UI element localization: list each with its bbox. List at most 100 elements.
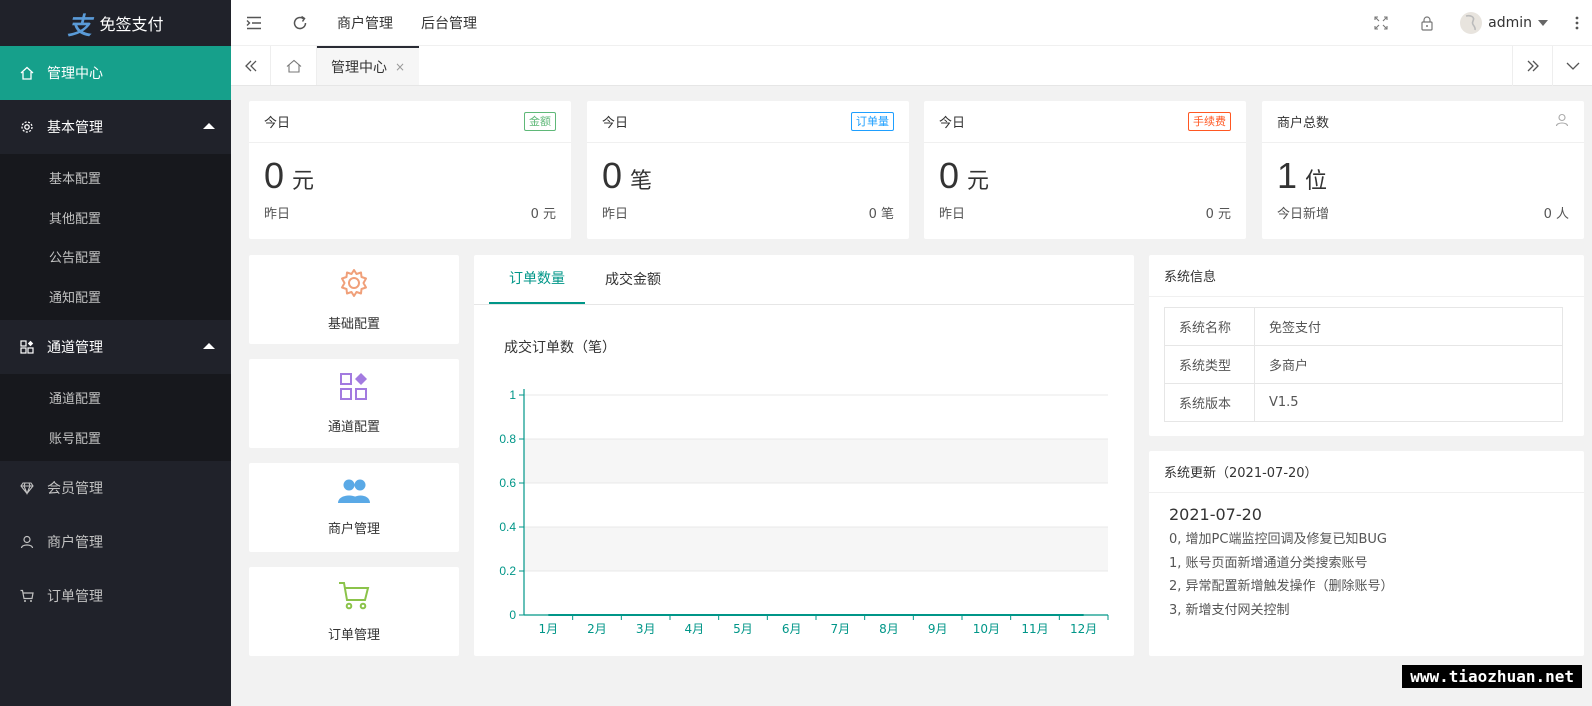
nav-link-backend[interactable]: 后台管理 <box>407 13 491 33</box>
quick-link-basic-config[interactable]: 基础配置 <box>249 255 459 344</box>
chart-y-tick-label: 0.4 <box>499 520 516 534</box>
stat-title: 今日 <box>264 116 291 131</box>
avatar <box>1460 12 1483 34</box>
chart-x-tick-label: 6月 <box>782 622 802 636</box>
quick-link-order[interactable]: 订单管理 <box>249 567 459 656</box>
status-badge: 手续费 <box>1188 112 1231 131</box>
tabs-right <box>1512 46 1592 86</box>
stat-unit: 元 <box>967 169 990 194</box>
more-vertical-icon[interactable] <box>1562 0 1592 46</box>
tab-order-amount[interactable]: 成交金额 <box>585 254 681 304</box>
user-menu[interactable]: admin <box>1450 12 1562 34</box>
menu-toggle-icon[interactable] <box>231 0 277 46</box>
stat-title: 今日 <box>602 116 629 131</box>
fullscreen-icon[interactable] <box>1358 0 1404 46</box>
quick-link-merchant[interactable]: 商户管理 <box>249 463 459 552</box>
status-badge: 金额 <box>524 112 556 131</box>
chevron-down-icon <box>1538 20 1548 26</box>
sidebar-item-label: 通道管理 <box>47 340 103 356</box>
sidebar-item-label: 管理中心 <box>47 66 103 82</box>
quick-link-label: 商户管理 <box>327 522 380 537</box>
chart-y-tick-label: 1 <box>509 388 516 402</box>
home-tab-icon[interactable] <box>271 46 317 85</box>
stat-unit: 元 <box>292 169 315 194</box>
stat-card-merchants: 商户总数 1 位 今日新增 0 人 <box>1262 101 1584 239</box>
chart-y-tick-label: 0.6 <box>499 476 516 490</box>
stat-card-amount: 今日 金额 0 元 昨日 0 元 <box>249 101 571 239</box>
top-header: 商户管理 后台管理 admin <box>231 0 1592 46</box>
stat-unit: 位 <box>1305 169 1328 194</box>
quick-link-channel-config[interactable]: 通道配置 <box>249 359 459 448</box>
chart-x-tick-label: 10月 <box>973 622 1000 636</box>
quick-link-label: 通道配置 <box>327 420 380 435</box>
system-update-panel: 系统更新（2021-07-20） 2021-07-20 0, 增加PC端监控回调… <box>1149 451 1584 656</box>
stat-card-fee: 今日 手续费 0 元 昨日 0 元 <box>924 101 1246 239</box>
stat-value: 0 <box>264 155 285 196</box>
tabs-menu-chevron-down-icon[interactable] <box>1552 46 1592 86</box>
user-icon <box>1555 113 1569 131</box>
logo-icon: 支 <box>67 10 92 40</box>
chart-x-tick-label: 7月 <box>831 622 851 636</box>
caret-up-icon <box>203 343 215 349</box>
app-logo[interactable]: 支 免签支付 <box>0 0 231 46</box>
sidebar-item-dashboard[interactable]: 管理中心 <box>0 46 231 100</box>
sidebar-item-label: 商户管理 <box>47 535 103 551</box>
sidebar: 支 免签支付 管理中心 基本管理 基本配置 其他配置 公告配置 通知配置 通道管… <box>0 0 231 706</box>
quick-link-label: 订单管理 <box>327 628 380 643</box>
sidebar-subitem[interactable]: 基本配置 <box>0 158 231 198</box>
info-key: 系统类型 <box>1164 345 1255 384</box>
apps-icon <box>339 372 369 406</box>
chart-x-tick-label: 3月 <box>636 622 656 636</box>
table-row: 系统名称 免签支付 <box>1164 307 1563 346</box>
sidebar-item-order[interactable]: 订单管理 <box>0 569 231 623</box>
chart-x-tick-label: 12月 <box>1070 622 1097 636</box>
chart-band <box>524 527 1108 571</box>
sidebar-item-merchant[interactable]: 商户管理 <box>0 515 231 569</box>
refresh-icon[interactable] <box>277 0 323 46</box>
sidebar-item-basic[interactable]: 基本管理 <box>0 100 231 154</box>
stat-foot-label: 今日新增 <box>1277 207 1330 222</box>
username: admin <box>1488 15 1532 31</box>
chart-x-tick-label: 11月 <box>1021 622 1048 636</box>
nav-link-merchant[interactable]: 商户管理 <box>323 13 407 33</box>
user-icon <box>19 534 35 550</box>
sidebar-item-label: 会员管理 <box>47 481 103 497</box>
tab-dashboard[interactable]: 管理中心 × <box>317 46 420 85</box>
sidebar-item-channel[interactable]: 通道管理 <box>0 320 231 374</box>
list-item: 1, 账号页面新增通道分类搜索账号 <box>1169 555 1368 571</box>
list-item: 2, 异常配置新增触发操作（删除账号） <box>1169 579 1394 594</box>
stat-title: 今日 <box>939 116 966 131</box>
cart-icon <box>338 580 370 614</box>
chart-title: 成交订单数（笔） <box>504 340 616 356</box>
close-icon[interactable]: × <box>395 60 405 74</box>
info-key: 系统版本 <box>1164 383 1255 422</box>
stat-value: 1 <box>1277 155 1298 196</box>
stat-foot-label: 昨日 <box>264 207 291 222</box>
diamond-icon <box>19 480 35 496</box>
sidebar-subitem[interactable]: 账号配置 <box>0 418 231 458</box>
chart-panel: 订单数量 成交金额 成交订单数（笔） 0 0.2 0.4 0.6 0.8 1 1月 2月 3月 4… <box>474 255 1134 656</box>
chart-y-tick-label: 0.8 <box>499 432 516 446</box>
apps-icon <box>19 339 35 355</box>
chart-x-tick-label: 2月 <box>587 622 607 636</box>
sidebar-item-member[interactable]: 会员管理 <box>0 461 231 515</box>
tab-order-count[interactable]: 订单数量 <box>489 254 585 304</box>
sidebar-subitem[interactable]: 通知配置 <box>0 277 231 317</box>
chart-x-tick-label: 9月 <box>928 622 948 636</box>
chart-y-tick-label: 0 <box>509 608 516 622</box>
chart-x-tick-label: 8月 <box>879 622 899 636</box>
info-value: V1.5 <box>1254 383 1563 422</box>
tabs-scroll-left-icon[interactable] <box>231 46 271 85</box>
app-title: 免签支付 <box>99 15 164 34</box>
table-row: 系统版本 V1.5 <box>1164 383 1563 422</box>
users-icon <box>337 478 371 508</box>
sidebar-subitem[interactable]: 通道配置 <box>0 378 231 418</box>
sidebar-subitem[interactable]: 公告配置 <box>0 237 231 277</box>
page-tabs: 管理中心 × <box>231 46 1592 86</box>
lock-icon[interactable] <box>1404 0 1450 46</box>
stat-value: 0 <box>939 155 960 196</box>
tabs-scroll-right-icon[interactable] <box>1512 46 1552 86</box>
stat-foot-value: 0 人 <box>1543 207 1569 222</box>
sidebar-subitem[interactable]: 其他配置 <box>0 198 231 238</box>
stat-card-orders: 今日 订单量 0 笔 昨日 0 笔 <box>587 101 909 239</box>
